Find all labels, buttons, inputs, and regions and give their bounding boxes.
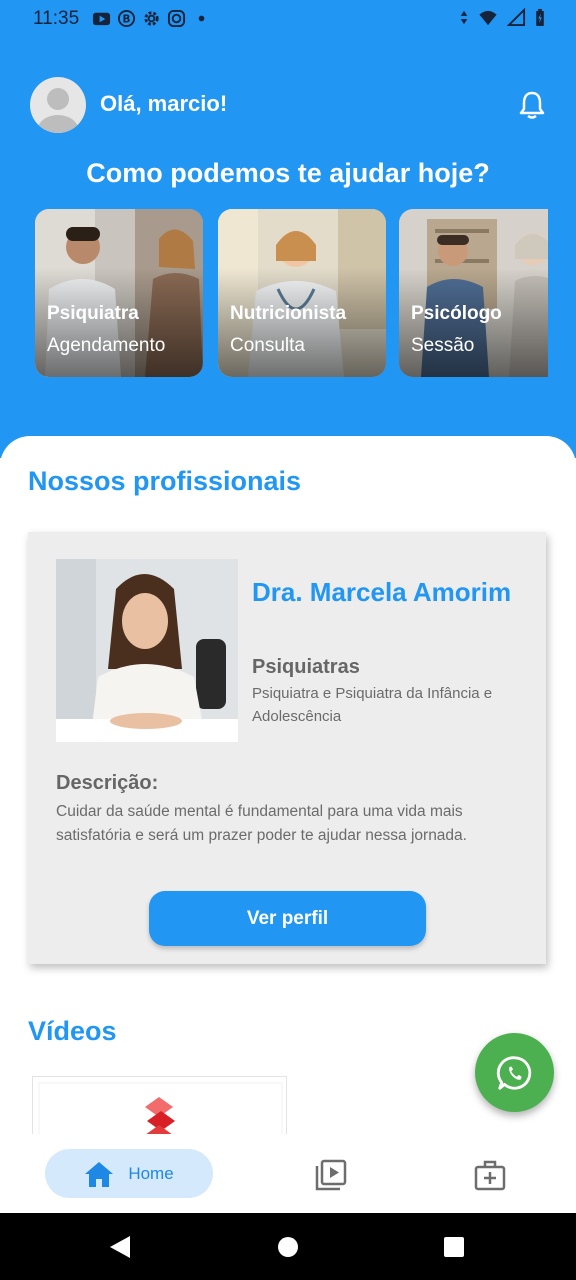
status-bar: 11:35 B bbox=[0, 0, 576, 38]
card-title: Psicólogo bbox=[411, 303, 502, 324]
data-arrows-icon bbox=[460, 10, 468, 25]
back-icon[interactable] bbox=[108, 1235, 132, 1259]
signal-icon bbox=[507, 8, 526, 27]
nav-home[interactable]: Home bbox=[45, 1149, 213, 1198]
bell-icon[interactable] bbox=[518, 90, 546, 120]
wifi-icon bbox=[479, 10, 497, 26]
help-title: Como podemos te ajudar hoje? bbox=[86, 158, 490, 188]
content-sheet: Nossos profissionais Dra. Marcela Amorim… bbox=[0, 436, 576, 1146]
service-cards: Psiquiatra Agendamento Nutricionista Con… bbox=[35, 209, 548, 377]
professional-role: Psiquiatras bbox=[252, 656, 360, 678]
professional-photo bbox=[56, 559, 238, 742]
card-title: Psiquiatra bbox=[47, 303, 139, 324]
gear-icon bbox=[144, 11, 159, 26]
b-icon: B bbox=[117, 9, 136, 28]
description-text: Cuidar da saúde mental é fundamental par… bbox=[56, 803, 467, 844]
service-card-nutricionista[interactable]: Nutricionista Consulta bbox=[218, 209, 386, 377]
bottom-nav: Home bbox=[0, 1134, 576, 1213]
nav-home-label: Home bbox=[128, 1163, 174, 1183]
youtube-icon bbox=[92, 12, 111, 26]
professionals-title: Nossos profissionais bbox=[28, 466, 302, 496]
videos-title: Vídeos bbox=[28, 1016, 117, 1046]
view-profile-button[interactable]: Ver perfil bbox=[149, 891, 426, 946]
header: Olá, marcio! Como podemos te ajudar hoje… bbox=[0, 38, 576, 458]
home-icon bbox=[85, 1161, 114, 1187]
instagram-icon bbox=[167, 9, 186, 28]
service-card-psiquiatra[interactable]: Psiquiatra Agendamento bbox=[35, 209, 203, 377]
greeting: Olá, marcio! bbox=[100, 91, 228, 116]
status-time: 11:35 bbox=[33, 8, 80, 29]
video-library-icon[interactable] bbox=[314, 1158, 348, 1192]
doctor-portrait bbox=[56, 559, 238, 742]
professional-specialty: Psiquiatra e Psiquiatra da Infância e Ad… bbox=[252, 685, 493, 725]
system-icons bbox=[459, 8, 546, 27]
whatsapp-button[interactable] bbox=[475, 1033, 554, 1112]
service-card-psicologo[interactable]: Psicólogo Sessão bbox=[399, 209, 548, 377]
notification-icons: B bbox=[92, 9, 211, 28]
card-subtitle: Agendamento bbox=[47, 335, 166, 356]
card-title: Nutricionista bbox=[230, 303, 347, 324]
card-subtitle: Consulta bbox=[230, 335, 305, 356]
avatar-icon bbox=[38, 88, 78, 133]
medical-kit-icon[interactable] bbox=[473, 1158, 507, 1192]
home-circle-icon[interactable] bbox=[277, 1236, 299, 1258]
dot-icon bbox=[198, 15, 205, 22]
avatar[interactable] bbox=[30, 77, 86, 133]
card-subtitle: Sessão bbox=[411, 335, 475, 356]
professional-card: Dra. Marcela Amorim Psiquiatras Psiquiat… bbox=[28, 532, 546, 964]
whatsapp-icon bbox=[496, 1055, 531, 1090]
description-label: Descrição: bbox=[56, 772, 159, 794]
professional-name: Dra. Marcela Amorim bbox=[252, 577, 512, 607]
android-nav-bar bbox=[0, 1213, 576, 1280]
recents-icon[interactable] bbox=[443, 1236, 465, 1258]
svg-text:B: B bbox=[123, 13, 131, 25]
battery-icon bbox=[536, 8, 544, 27]
